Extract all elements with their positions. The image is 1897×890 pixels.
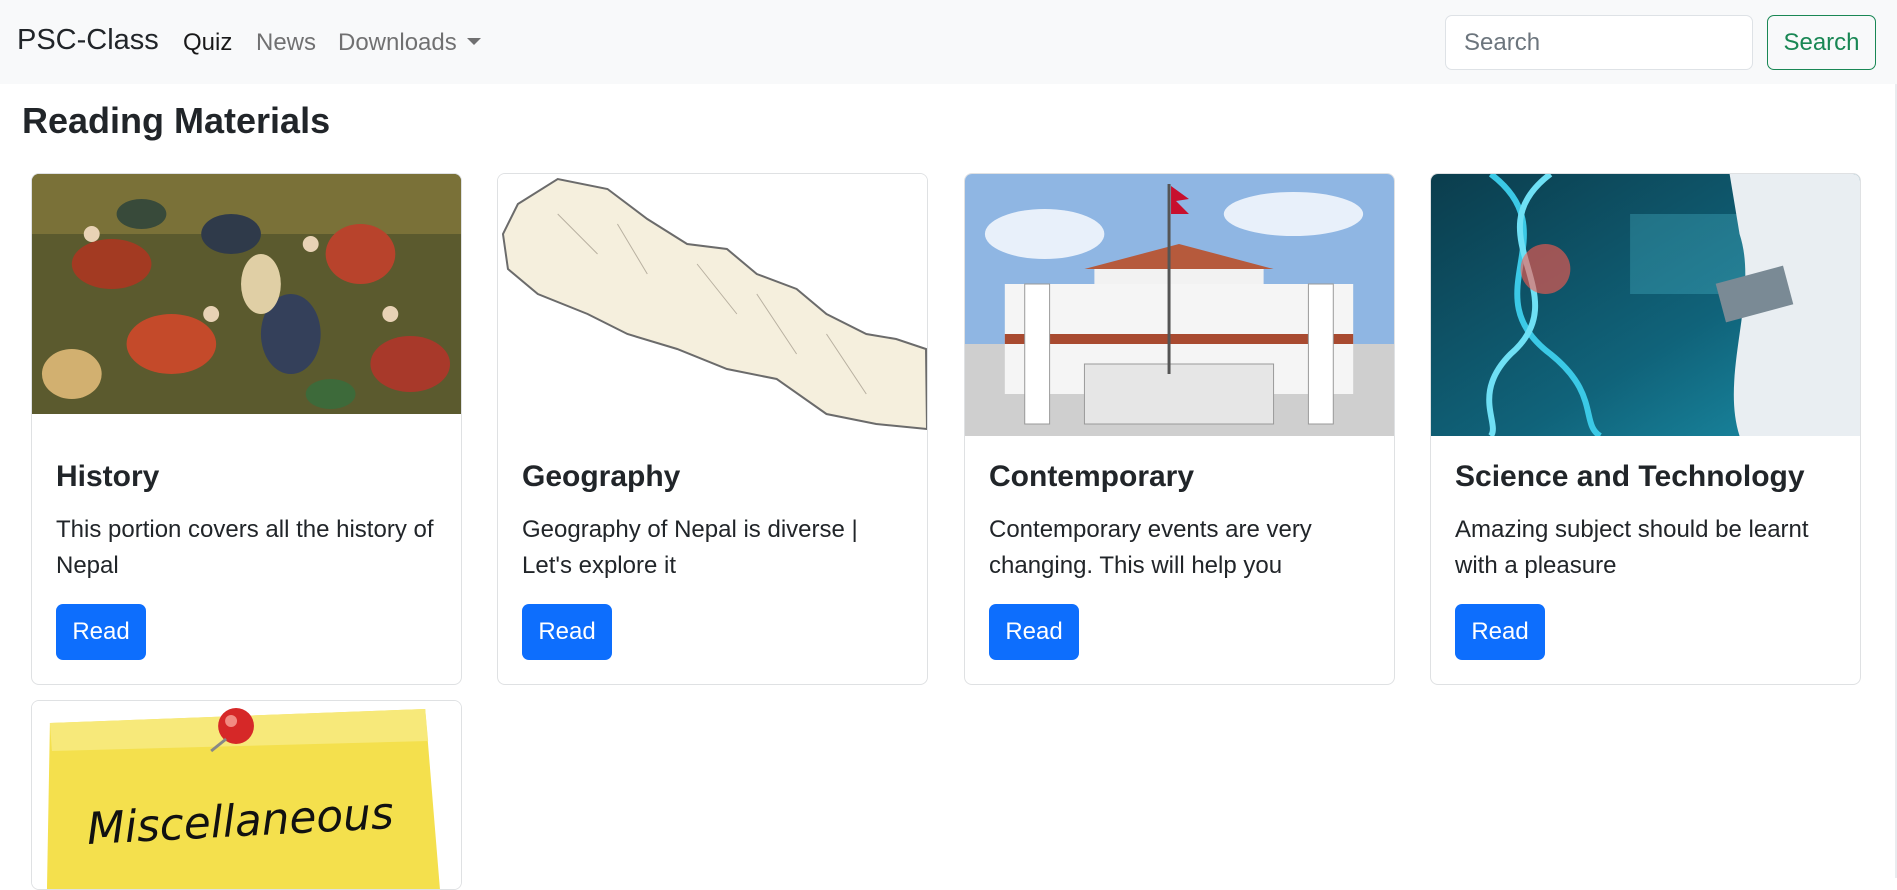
card-history: History This portion covers all the hist… (31, 173, 462, 685)
search-button[interactable]: Search (1767, 15, 1876, 70)
card-image-history (32, 174, 461, 414)
nav-dropdown-downloads[interactable]: Downloads (338, 29, 481, 57)
card-title: Science and Technology (1455, 460, 1805, 493)
navbar: PSC-Class Quiz News Downloads Search (0, 0, 1897, 84)
read-button-geography[interactable]: Read (522, 604, 612, 660)
card-science-technology: Science and Technology Amazing subject s… (1430, 173, 1861, 685)
dna-technology-image (1431, 174, 1860, 436)
card-text: Amazing subject should be learnt with a … (1455, 516, 1809, 579)
parliament-building-image (965, 174, 1394, 436)
card-geography: Geography Geography of Nepal is diverse … (497, 173, 928, 685)
read-button-contemporary[interactable]: Read (989, 604, 1079, 660)
search-input[interactable] (1445, 15, 1753, 70)
card-text: This portion covers all the history of N… (56, 516, 434, 579)
caret-down-icon (466, 38, 481, 45)
card-image-miscellaneous: Miscellaneous (32, 701, 461, 889)
nav-dropdown-label: Downloads (338, 29, 457, 56)
nav-link-quiz[interactable]: Quiz (183, 29, 232, 57)
card-image-science-technology (1431, 174, 1860, 436)
page-title: Reading Materials (22, 100, 331, 141)
card-image-contemporary (965, 174, 1394, 436)
card-text: Contemporary events are very changing. T… (989, 516, 1312, 579)
read-button-history[interactable]: Read (56, 604, 146, 660)
card-contemporary: Contemporary Contemporary events are ver… (964, 173, 1395, 685)
sticky-note-image: Miscellaneous (32, 701, 461, 889)
card-title: History (56, 460, 160, 493)
card-miscellaneous: Miscellaneous (31, 700, 462, 890)
read-button-science-technology[interactable]: Read (1455, 604, 1545, 660)
card-title: Contemporary (989, 460, 1195, 493)
card-text: Geography of Nepal is diverse | Let's ex… (522, 516, 858, 579)
card-image-geography (498, 174, 927, 436)
nav-link-news[interactable]: News (256, 29, 316, 57)
battle-painting-image (32, 174, 461, 414)
brand-link[interactable]: PSC-Class (17, 24, 159, 57)
nepal-map-image (498, 174, 927, 436)
card-title: Geography (522, 460, 681, 493)
